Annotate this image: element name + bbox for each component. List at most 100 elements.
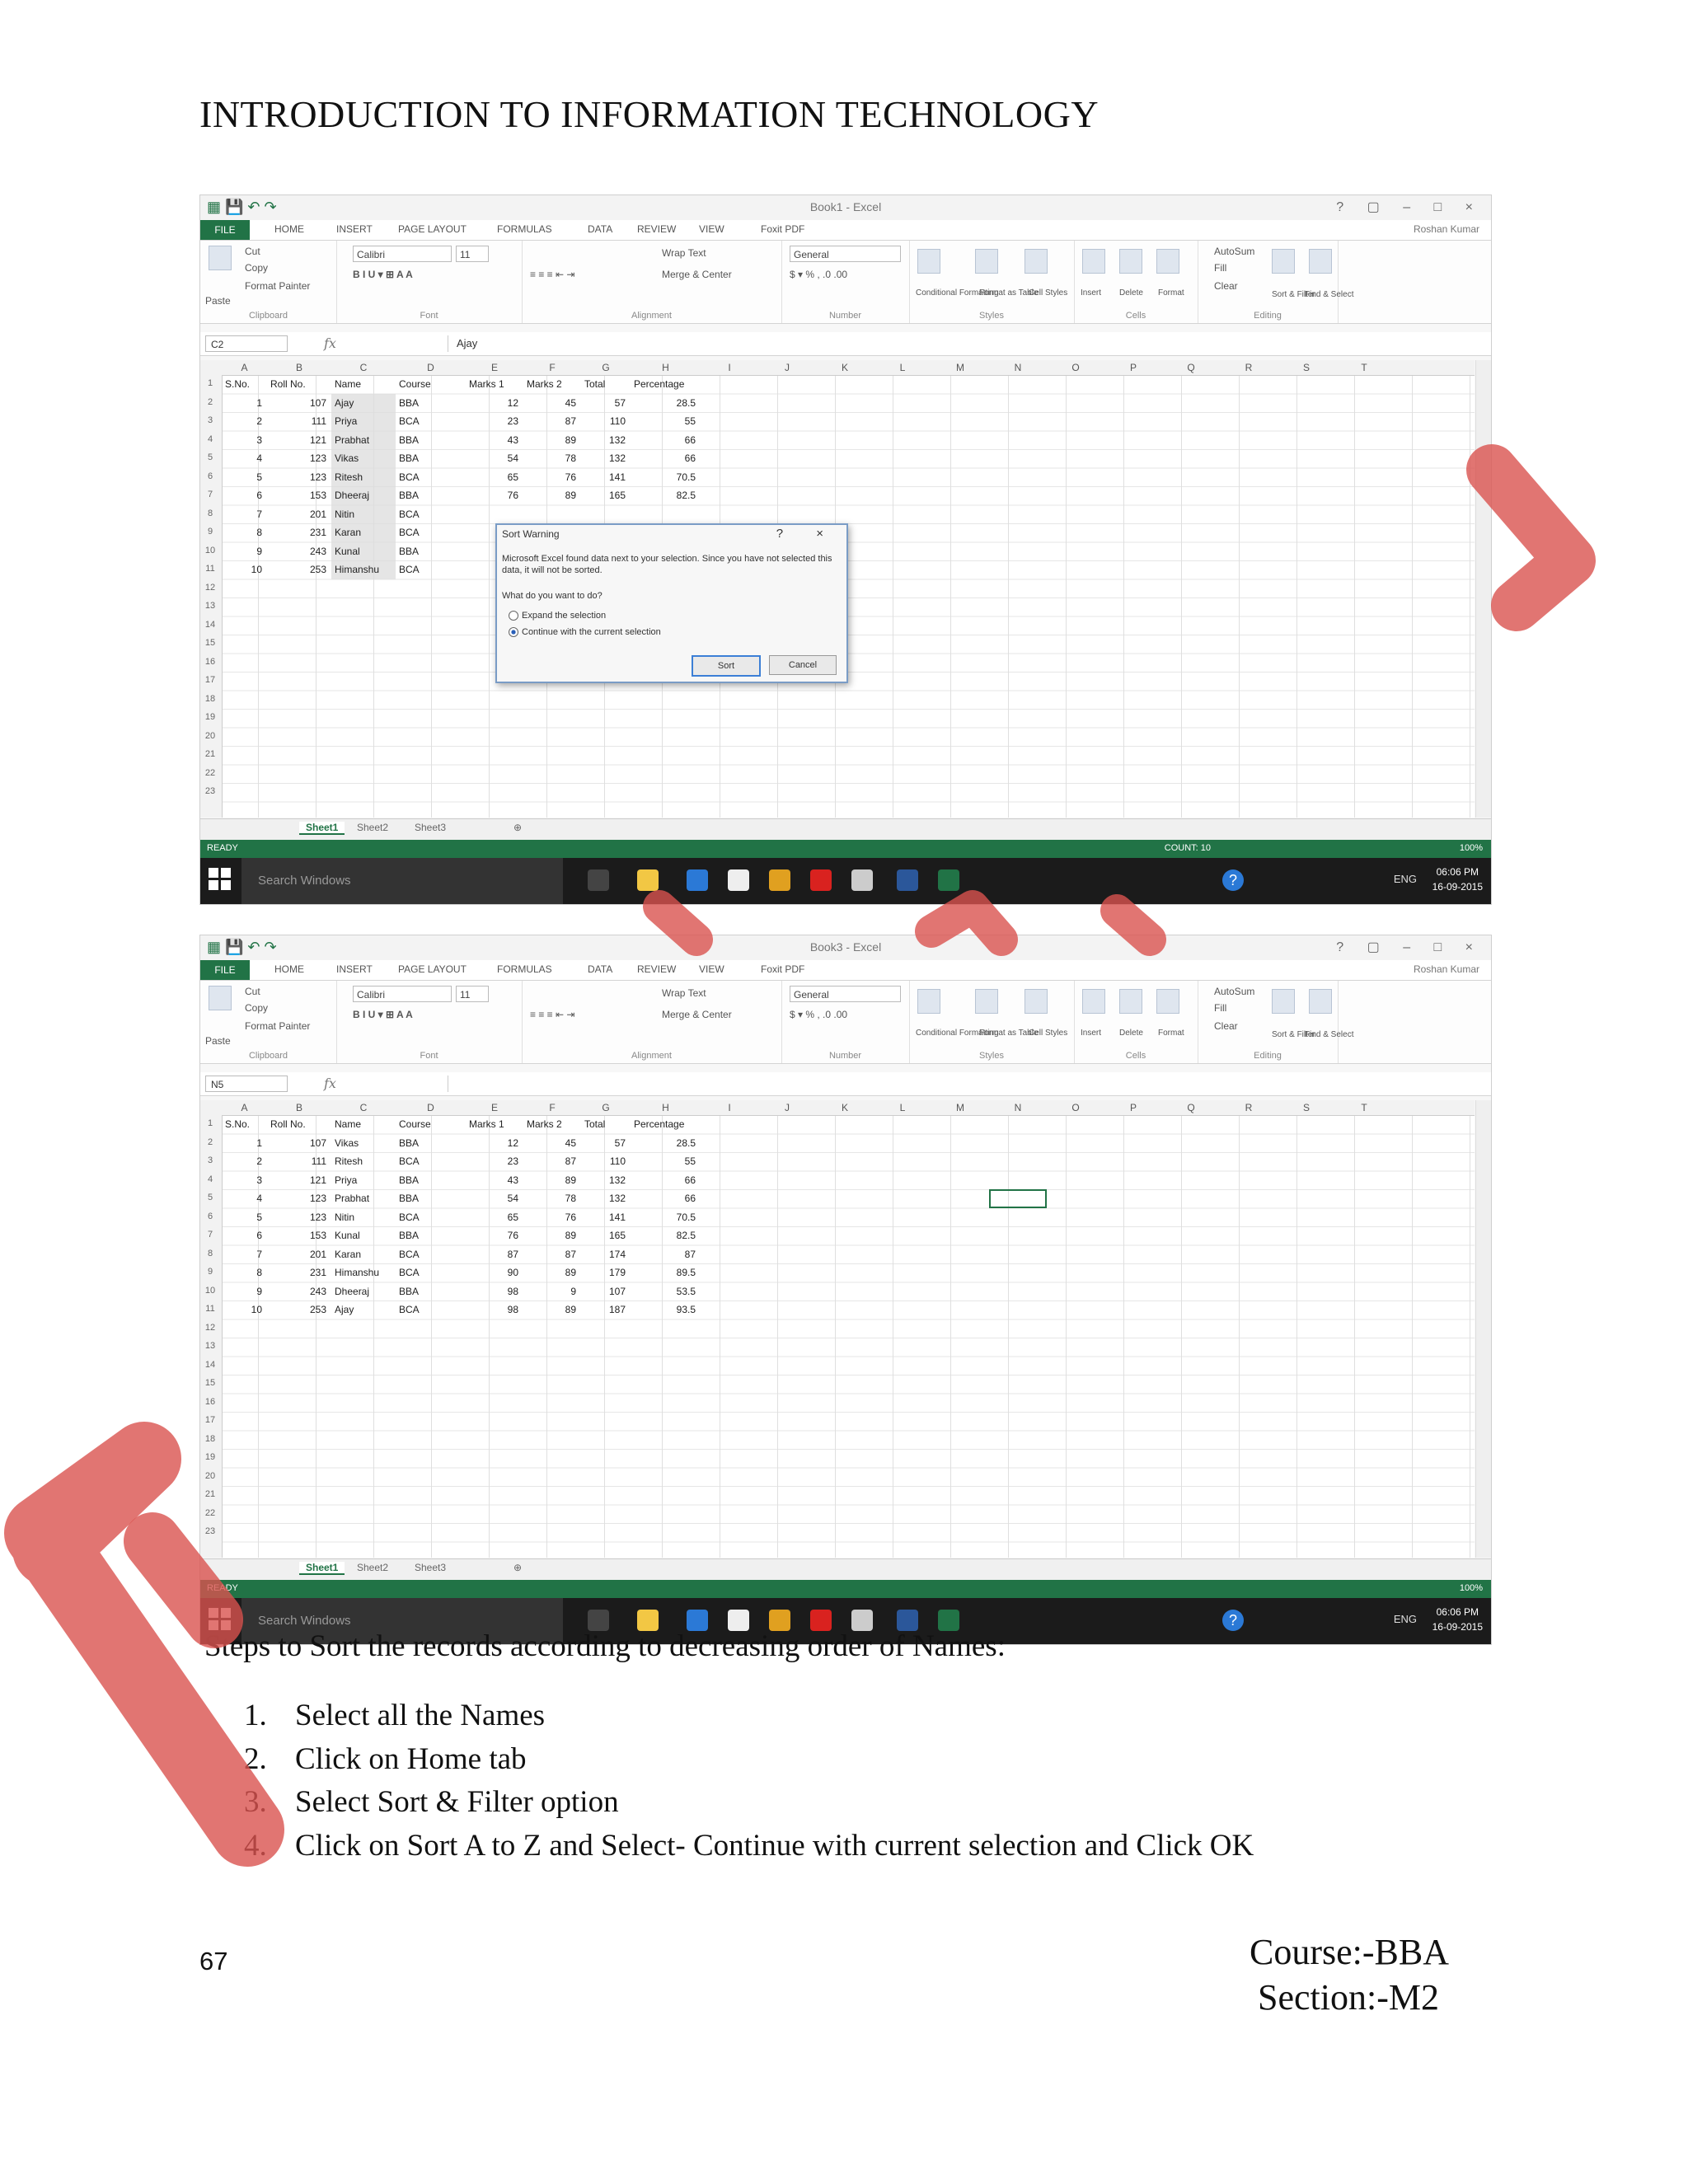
column-header-k[interactable]: K (816, 1102, 874, 1113)
row-header[interactable]: 13 (200, 1341, 220, 1351)
table-cell[interactable]: 153 (267, 1230, 326, 1241)
ribbon-button-icon[interactable] (1272, 989, 1295, 1014)
table-cell[interactable]: BCA (399, 1304, 420, 1315)
row-header[interactable]: 9 (200, 527, 220, 537)
cancel-button[interactable]: Cancel (769, 655, 837, 675)
font-format-icons[interactable]: B I U ▾ ⊞ A A (353, 269, 413, 280)
row-header[interactable]: 7 (200, 490, 220, 499)
row-header[interactable]: 11 (200, 1304, 220, 1314)
row-header[interactable]: 3 (200, 1155, 220, 1165)
table-cell[interactable]: 90 (466, 1267, 518, 1278)
row-header[interactable]: 21 (200, 749, 220, 759)
table-cell[interactable]: BBA (399, 490, 419, 501)
table-header-cell[interactable]: Marks 1 (469, 378, 504, 390)
table-cell[interactable]: 6 (222, 1230, 262, 1241)
table-header-cell[interactable]: Percentage (634, 1118, 684, 1130)
chrome-icon[interactable] (769, 869, 790, 891)
tab-page-layout[interactable]: PAGE LAYOUT (398, 963, 467, 975)
store-icon[interactable] (687, 869, 708, 891)
row-header[interactable]: 15 (200, 638, 220, 648)
row-header[interactable]: 21 (200, 1489, 220, 1499)
zoom-level[interactable]: 100% (1460, 1583, 1483, 1593)
clear-button[interactable]: Clear (1214, 1020, 1238, 1032)
format-cells-button[interactable]: Format (1158, 1029, 1184, 1038)
tab-insert[interactable]: INSERT (336, 223, 373, 235)
ribbon-button-icon[interactable] (209, 986, 232, 1010)
row-header[interactable]: 10 (200, 1286, 220, 1296)
row-header[interactable]: 14 (200, 1360, 220, 1370)
table-cell[interactable]: 70.5 (631, 1212, 696, 1223)
ribbon-button-icon[interactable] (1156, 989, 1179, 1014)
table-cell[interactable]: 93.5 (631, 1304, 696, 1315)
column-header-f[interactable]: F (523, 362, 581, 373)
table-cell[interactable]: Ritesh (335, 1155, 363, 1167)
table-cell[interactable]: BBA (399, 434, 419, 446)
table-header-cell[interactable]: Name (335, 1118, 361, 1130)
table-cell[interactable]: 2 (222, 1155, 262, 1167)
table-header-cell[interactable]: Percentage (634, 378, 684, 390)
ribbon-button-icon[interactable] (1025, 989, 1048, 1014)
add-sheet-icon[interactable]: ⊕ (513, 822, 522, 833)
table-cell[interactable]: 201 (267, 1249, 326, 1260)
column-header-c[interactable]: C (331, 1102, 396, 1113)
table-cell[interactable]: 253 (267, 1304, 326, 1315)
table-cell[interactable]: 98 (466, 1304, 518, 1315)
column-header-o[interactable]: O (1047, 362, 1104, 373)
app-icon[interactable] (728, 869, 749, 891)
table-cell[interactable]: 54 (466, 452, 518, 464)
ribbon-button-icon[interactable] (917, 989, 940, 1014)
table-cell[interactable]: 243 (267, 546, 326, 557)
ribbon-button-icon[interactable] (917, 249, 940, 274)
row-header[interactable]: 17 (200, 1415, 220, 1425)
sheet-tab-1[interactable]: Sheet1 (299, 822, 345, 835)
table-cell[interactable]: 111 (267, 1155, 326, 1167)
column-header-b[interactable]: B (267, 1102, 331, 1113)
row-header[interactable]: 14 (200, 620, 220, 630)
table-cell[interactable]: 153 (267, 490, 326, 501)
row-header[interactable]: 19 (200, 712, 220, 722)
table-cell[interactable]: 253 (267, 564, 326, 575)
taskbar-search-input[interactable]: Search Windows (241, 858, 563, 904)
table-cell[interactable]: BBA (399, 397, 419, 409)
row-header[interactable]: 18 (200, 1434, 220, 1444)
table-header-cell[interactable]: Course (399, 1118, 431, 1130)
taskbar-clock[interactable]: 06:06 PM 16-09-2015 (1432, 865, 1483, 894)
table-cell[interactable]: 82.5 (631, 490, 696, 501)
table-cell[interactable]: BCA (399, 1155, 420, 1167)
table-cell[interactable]: Ritesh (335, 471, 363, 483)
paste-button[interactable]: Paste (205, 1035, 231, 1047)
table-cell[interactable]: 89 (523, 1267, 576, 1278)
column-header-a[interactable]: A (222, 362, 267, 373)
radio-icon[interactable] (509, 611, 518, 621)
copy-button[interactable]: Copy (245, 1002, 268, 1014)
font-format-icons[interactable]: B I U ▾ ⊞ A A (353, 1009, 413, 1020)
table-cell[interactable]: 141 (581, 1212, 626, 1223)
ribbon-button-icon[interactable] (1082, 249, 1105, 274)
table-cell[interactable]: 89 (523, 1230, 576, 1241)
column-header-j[interactable]: J (758, 362, 816, 373)
row-header[interactable]: 16 (200, 1397, 220, 1407)
column-header-n[interactable]: N (989, 362, 1047, 373)
table-cell[interactable]: 89 (523, 434, 576, 446)
sheet-tab-3[interactable]: Sheet3 (415, 822, 446, 833)
tab-file[interactable]: FILE (200, 220, 250, 240)
column-header-p[interactable]: P (1104, 1102, 1162, 1113)
function-icon[interactable]: fx (324, 1076, 336, 1091)
table-cell[interactable]: Prabhat (335, 1193, 369, 1204)
table-cell[interactable]: 45 (523, 1137, 576, 1149)
tab-home[interactable]: HOME (274, 963, 304, 975)
table-cell[interactable]: 9 (222, 1286, 262, 1297)
row-header[interactable]: 5 (200, 452, 220, 462)
table-cell[interactable]: 87 (523, 1155, 576, 1167)
table-cell[interactable]: 9 (523, 1286, 576, 1297)
ribbon-button-icon[interactable] (1119, 249, 1142, 274)
row-header[interactable]: 11 (200, 564, 220, 574)
ribbon-button-icon[interactable] (1309, 249, 1332, 274)
table-cell[interactable]: 1 (222, 1137, 262, 1149)
table-cell[interactable]: 53.5 (631, 1286, 696, 1297)
row-header[interactable]: 18 (200, 694, 220, 704)
table-cell[interactable]: Vikas (335, 452, 359, 464)
table-cell[interactable]: Karan (335, 1249, 361, 1260)
window-controls-icon[interactable]: ? ▢ – □ × (1336, 939, 1483, 955)
column-header-h[interactable]: H (631, 1102, 701, 1113)
